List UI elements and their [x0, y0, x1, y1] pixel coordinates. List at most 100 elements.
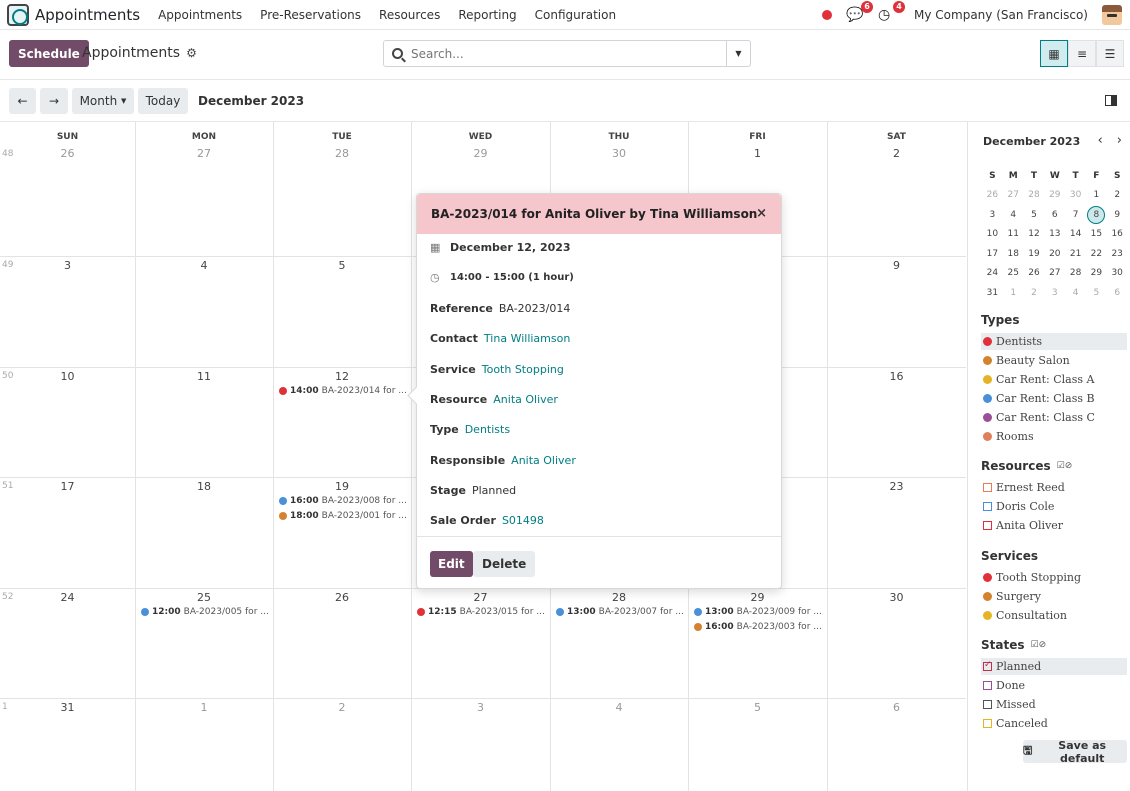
- mini-day[interactable]: 27: [1003, 190, 1024, 200]
- field-value[interactable]: Anita Oliver: [493, 393, 558, 406]
- mini-day[interactable]: 17: [982, 249, 1003, 259]
- mini-day[interactable]: 25: [1003, 268, 1024, 278]
- filter-item[interactable]: Rooms: [981, 428, 1127, 445]
- mini-day[interactable]: 27: [1044, 268, 1065, 278]
- mini-prev-icon[interactable]: ‹: [1098, 133, 1103, 148]
- mini-day[interactable]: 14: [1065, 229, 1086, 239]
- day-cell[interactable]: 16: [827, 370, 966, 383]
- mini-today[interactable]: 8: [1086, 205, 1107, 224]
- day-cell[interactable]: 2: [273, 701, 411, 714]
- mini-day[interactable]: 12: [1024, 229, 1045, 239]
- day-cell[interactable]: 25: [135, 591, 273, 604]
- filter-item[interactable]: Canceled: [981, 715, 1127, 732]
- mini-day[interactable]: 10: [982, 229, 1003, 239]
- calendar-event[interactable]: 18:00 BA-2023/001 for ...: [279, 511, 407, 521]
- today-button[interactable]: Today: [138, 88, 188, 114]
- filter-item[interactable]: Surgery: [981, 588, 1127, 605]
- close-icon[interactable]: ×: [756, 206, 767, 221]
- mini-day[interactable]: 22: [1086, 249, 1107, 259]
- day-cell[interactable]: 30: [550, 147, 688, 160]
- menu-pre-reservations[interactable]: Pre-Reservations: [260, 8, 361, 22]
- day-cell[interactable]: 11: [135, 370, 273, 383]
- day-cell[interactable]: 5: [688, 701, 827, 714]
- mini-day[interactable]: 11: [1003, 229, 1024, 239]
- mini-day[interactable]: 6: [1107, 288, 1128, 298]
- filter-checkbox[interactable]: [983, 521, 992, 530]
- filter-item[interactable]: Anita Oliver: [981, 517, 1127, 534]
- day-cell[interactable]: 4: [135, 259, 273, 272]
- day-cell[interactable]: 9: [827, 259, 966, 272]
- calendar-view-icon[interactable]: ▦: [1040, 40, 1068, 67]
- day-cell[interactable]: 5: [273, 259, 411, 272]
- mini-day[interactable]: 24: [982, 268, 1003, 278]
- user-avatar[interactable]: [1102, 5, 1122, 25]
- filter-checkbox[interactable]: [983, 700, 992, 709]
- mini-day[interactable]: 4: [1065, 288, 1086, 298]
- day-cell[interactable]: 2: [827, 147, 966, 160]
- activities-icon[interactable]: ◷ 4: [878, 1, 906, 23]
- menu-configuration[interactable]: Configuration: [535, 8, 616, 22]
- mini-day[interactable]: 21: [1065, 249, 1086, 259]
- day-cell[interactable]: 27: [411, 591, 550, 604]
- filter-item[interactable]: Doris Cole: [981, 498, 1127, 515]
- calendar-event[interactable]: 12:15 BA-2023/015 for ...: [417, 607, 546, 617]
- field-value[interactable]: S01498: [502, 514, 544, 527]
- day-cell[interactable]: 18: [135, 480, 273, 493]
- calendar-event[interactable]: 14:00 BA-2023/014 for ...: [279, 386, 407, 396]
- delete-button[interactable]: Delete: [473, 551, 536, 577]
- filter-item[interactable]: Planned: [981, 658, 1127, 675]
- search-input[interactable]: [411, 46, 721, 61]
- day-cell[interactable]: 28: [273, 147, 411, 160]
- day-cell[interactable]: 27: [135, 147, 273, 160]
- status-dot-icon[interactable]: [822, 10, 833, 20]
- calendar-event[interactable]: 16:00 BA-2023/003 for ...: [694, 622, 823, 632]
- mini-day[interactable]: 28: [1024, 190, 1045, 200]
- mini-day[interactable]: 29: [1086, 268, 1107, 278]
- field-value[interactable]: Tina Williamson: [484, 332, 570, 345]
- mini-day[interactable]: 28: [1065, 268, 1086, 278]
- select-all-icon[interactable]: ☑⊘: [1031, 640, 1047, 650]
- day-cell[interactable]: 17: [0, 480, 135, 493]
- day-cell[interactable]: 30: [827, 591, 966, 604]
- field-value[interactable]: Dentists: [465, 423, 510, 436]
- filter-item[interactable]: Missed: [981, 696, 1127, 713]
- day-cell[interactable]: 3: [0, 259, 135, 272]
- mini-day[interactable]: 5: [1086, 288, 1107, 298]
- day-cell[interactable]: 1: [688, 147, 827, 160]
- filter-item[interactable]: Done: [981, 677, 1127, 694]
- mini-day[interactable]: 18: [1003, 249, 1024, 259]
- mini-day[interactable]: 30: [1107, 268, 1128, 278]
- filter-checkbox[interactable]: [983, 660, 992, 671]
- calendar-event[interactable]: 12:00 BA-2023/005 for ...: [141, 607, 269, 617]
- day-cell[interactable]: 23: [827, 480, 966, 493]
- field-value[interactable]: Anita Oliver: [511, 454, 576, 467]
- schedule-button[interactable]: Schedule: [9, 40, 89, 67]
- calendar-event[interactable]: 16:00 BA-2023/008 for ...: [279, 496, 407, 506]
- mini-day[interactable]: 26: [1024, 268, 1045, 278]
- mini-day[interactable]: 29: [1044, 190, 1065, 200]
- menu-resources[interactable]: Resources: [379, 8, 440, 22]
- day-cell[interactable]: 6: [827, 701, 966, 714]
- filter-item[interactable]: Car Rent: Class A: [981, 371, 1127, 388]
- menu-appointments[interactable]: Appointments: [158, 8, 242, 22]
- mini-day[interactable]: 1: [1086, 190, 1107, 200]
- mini-day[interactable]: 4: [1003, 210, 1024, 220]
- gear-icon[interactable]: ⚙: [186, 46, 197, 60]
- mini-day[interactable]: 3: [982, 210, 1003, 220]
- mini-day[interactable]: 31: [982, 288, 1003, 298]
- search-options-toggle[interactable]: ▼: [726, 41, 750, 66]
- company-switcher[interactable]: My Company (San Francisco): [914, 8, 1088, 22]
- mini-day[interactable]: 2: [1107, 190, 1128, 200]
- day-cell[interactable]: 3: [411, 701, 550, 714]
- filter-checkbox[interactable]: [983, 483, 992, 492]
- next-arrow-icon[interactable]: →: [40, 88, 68, 114]
- filter-item[interactable]: Dentists: [981, 333, 1127, 350]
- messages-icon[interactable]: 💬 6: [846, 1, 874, 23]
- mini-day[interactable]: 1: [1003, 288, 1024, 298]
- day-cell[interactable]: 29: [411, 147, 550, 160]
- filter-checkbox[interactable]: [983, 719, 992, 728]
- filter-item[interactable]: Tooth Stopping: [981, 569, 1127, 586]
- day-cell[interactable]: 19: [273, 480, 411, 493]
- mini-day[interactable]: 13: [1044, 229, 1065, 239]
- mini-day[interactable]: 16: [1107, 229, 1128, 239]
